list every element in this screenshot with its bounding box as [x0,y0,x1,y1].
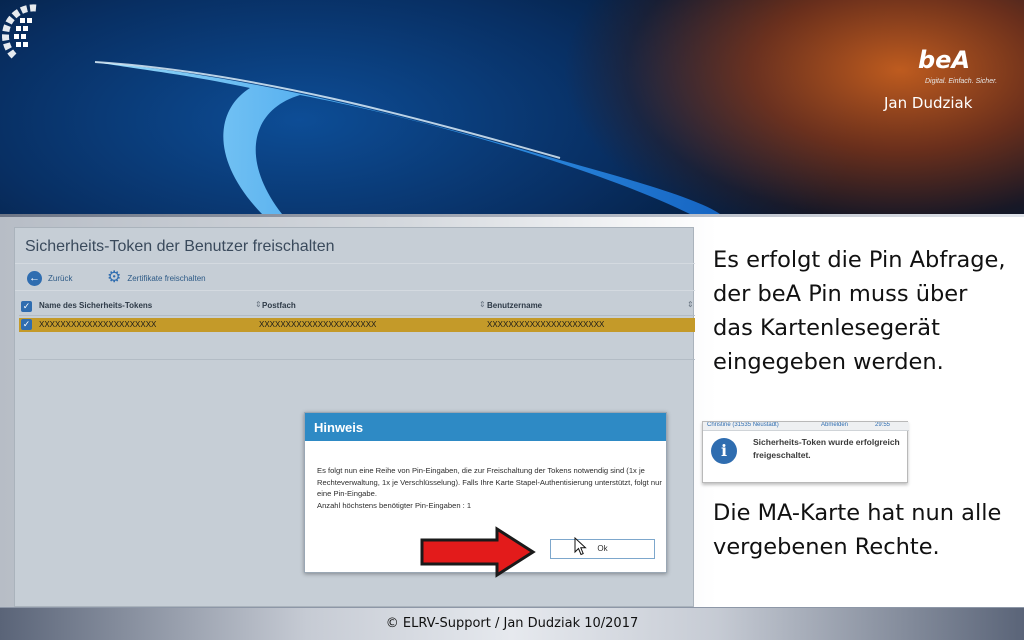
select-all-checkbox[interactable]: ✓ [21,301,32,312]
ok-button[interactable]: Ok [550,539,655,559]
brand-tagline: Digital. Einfach. Sicher. [925,78,998,85]
column-header-token-name[interactable]: Name des Sicherheits-Tokens [39,301,152,310]
sort-icon[interactable]: ⇕ [687,300,694,309]
notification-message: Sicherheits-Token wurde erfolgreich frei… [753,437,900,460]
cell-username: XXXXXXXXXXXXXXXXXXXXXX [487,320,605,329]
author-name: Jan Dudziak [884,94,973,112]
dialog-count-text: Anzahl höchstens benötigter Pin-Eingaben… [317,500,472,510]
arrow-left-icon: ← [27,270,42,286]
banner-swoosh [94,61,720,214]
column-header-mailbox[interactable]: Postfach [262,301,296,310]
row-checkbox[interactable]: ✓ [21,319,32,330]
dialog-title: Hinweis [305,413,666,441]
success-notification: Christine (31535 Neustadt) Abmelden 29:5… [702,421,909,483]
table-header: ✓ Name des Sicherheits-Tokens ⇕ Postfach… [19,298,695,316]
cell-token-name: XXXXXXXXXXXXXXXXXXXXXX [39,320,157,329]
unlock-certificates-label: Zertifikate freischalten [127,273,206,283]
info-icon: i [711,438,737,464]
gear-icon: ⚙ [107,269,122,286]
dialog-message: Es folgt nun eine Reihe von Pin-Eingaben… [317,465,662,511]
red-arrow-icon [420,526,536,578]
sort-icon[interactable]: ⇕ [255,300,262,309]
token-table: ✓ Name des Sicherheits-Tokens ⇕ Postfach… [19,298,695,360]
page-title: Sicherheits-Token der Benutzer freischal… [25,238,335,255]
table-row[interactable]: ✓ XXXXXXXXXXXXXXXXXXXXXX XXXXXXXXXXXXXXX… [19,318,695,332]
session-timer: 29:55 [875,422,891,428]
notification-top-strip: Christine (31535 Neustadt) Abmelden 29:5… [703,422,909,431]
divider [0,214,1024,217]
logout-link[interactable]: Abmelden [821,422,848,428]
mouse-cursor-icon [574,537,587,556]
toolbar: ← Zurück ⚙ Zertifikate freischalten [15,263,695,291]
sort-icon[interactable]: ⇕ [479,300,486,309]
brand-logo-text: beA [918,46,971,74]
table-empty-space [19,332,695,360]
header-banner: beA Digital. Einfach. Sicher. Jan Dudzia… [0,0,1024,214]
column-header-username[interactable]: Benutzername [487,301,542,310]
cell-mailbox: XXXXXXXXXXXXXXXXXXXXXX [259,320,377,329]
rights-info-text: Die MA-Karte hat nun alle vergebenen Rec… [713,500,1002,560]
pin-instruction-text: Es erfolgt die Pin Abfrage, der beA Pin … [713,247,1006,375]
footer-copyright: © ELRV-Support / Jan Dudziak 10/2017 [385,616,639,631]
dialog-body-text: Es folgt nun eine Reihe von Pin-Eingaben… [317,466,662,498]
footer: © ELRV-Support / Jan Dudziak 10/2017 [0,607,1024,640]
unlock-certificates-button[interactable]: ⚙ Zertifikate freischalten [107,268,206,288]
back-button-label: Zurück [48,273,73,283]
bea-logo-icon [1,4,37,59]
user-info: Christine (31535 Neustadt) [707,422,779,428]
back-button[interactable]: ← Zurück [27,268,72,288]
